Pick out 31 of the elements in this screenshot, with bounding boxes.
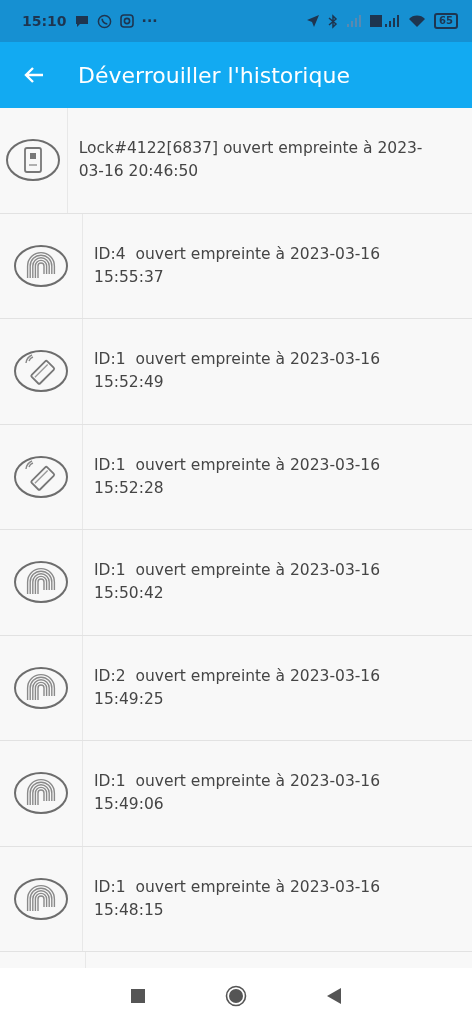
history-entry-text: ID:1 ouvert empreinte à 2023-03-16 15:52:49 [94,349,382,394]
history-entry-text: ID:1 ouvert empreinte à 2023-03-16 15:52:28 [94,454,382,499]
home-icon[interactable] [225,985,247,1007]
signal-icon [370,14,401,28]
fingerprint-icon [13,771,69,816]
bluetooth-icon [328,13,339,29]
signal-icon [346,14,363,28]
page-title: Déverrouiller l'historique [78,61,350,90]
history-entry-text: ID:1 ouvert empreinte à 2023-03-16 15:49:06 [94,771,382,816]
back-icon[interactable] [327,988,341,1004]
fingerprint-icon [13,243,69,288]
fingerprint-icon [13,665,69,710]
history-entry-text: Lock#4122[6837] ouvert empreinte à 2023-03-16 20:46:50 [78,138,424,183]
card-icon [13,349,69,394]
chat-icon [74,14,89,28]
phone-app-icon [5,138,62,183]
phone-icon [96,13,112,29]
history-entry-text: ID:1 ouvert empreinte à 2023-03-16 15:50:42 [94,560,382,605]
back-arrow-icon[interactable] [24,66,44,84]
location-icon [306,14,321,28]
history-entry-text: ID:2 ouvert empreinte à 2023-03-16 15:49:25 [94,665,382,710]
history-entry-text: ID:1 ouvert empreinte à 2023-03-16 15:48:15 [94,876,382,921]
status-time: 15:10 [22,11,67,31]
camera-icon [119,14,134,28]
fingerprint-icon [13,560,69,605]
battery-indicator: 65 [434,13,458,29]
fingerprint-icon [13,876,69,921]
wifi-icon [408,14,427,28]
card-icon [13,454,69,499]
more-notifications: ··· [141,11,158,31]
history-entry-text: ID:4 ouvert empreinte à 2023-03-16 15:55:37 [94,243,382,288]
